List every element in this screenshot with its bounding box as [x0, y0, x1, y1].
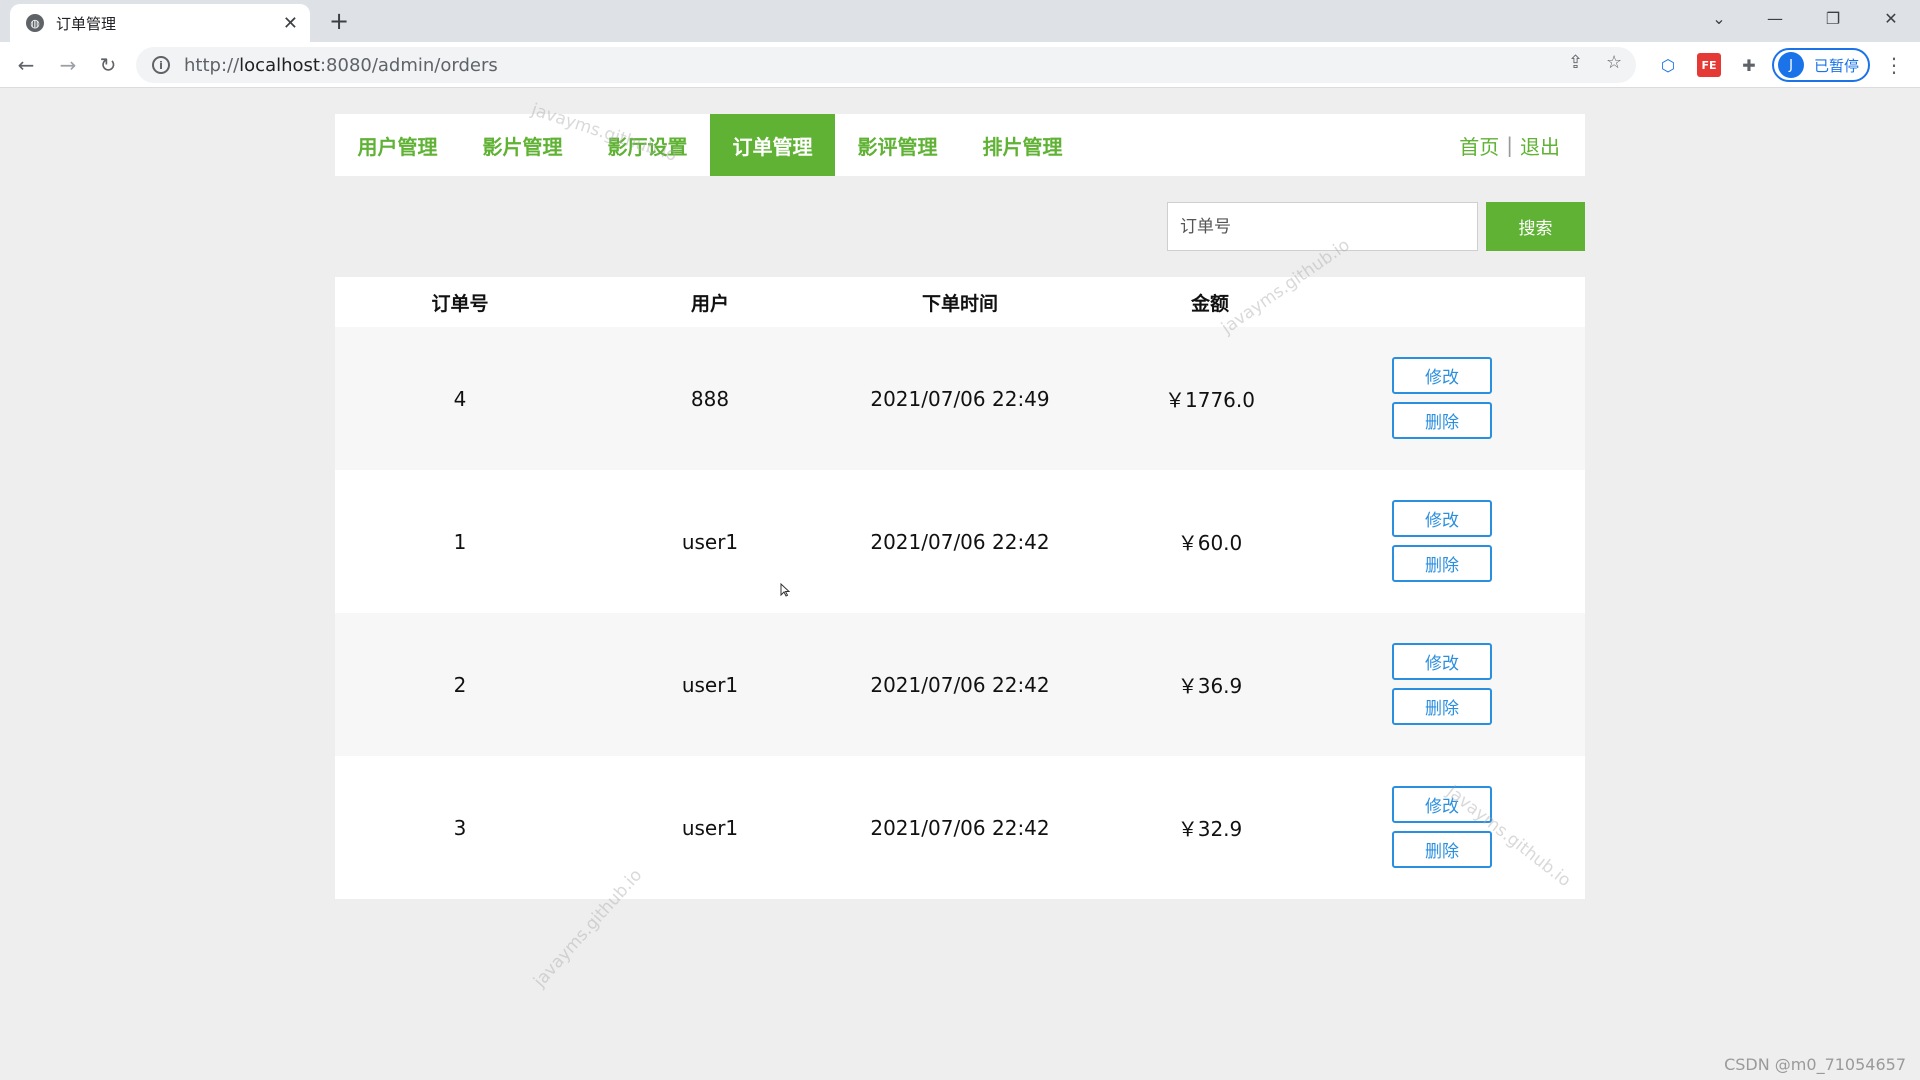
orders-table: 订单号 用户 下单时间 金额 4 888 2021/07/06 22:49 ￥1…: [335, 277, 1585, 899]
nav-item-movies[interactable]: 影片管理: [460, 114, 585, 176]
order-search-input[interactable]: [1167, 202, 1478, 251]
edit-button[interactable]: 修改: [1392, 643, 1492, 680]
share-icon[interactable]: ⇪: [1568, 52, 1583, 73]
puzzle-extensions-icon[interactable]: ✚: [1737, 53, 1761, 77]
fe-extension-icon[interactable]: FE: [1697, 53, 1721, 77]
nav-item-orders[interactable]: 订单管理: [710, 114, 835, 176]
tab-search-chevron-icon[interactable]: ⌄: [1696, 0, 1742, 36]
edit-button[interactable]: 修改: [1392, 786, 1492, 823]
address-url[interactable]: http://localhost:8080/admin/orders: [184, 55, 498, 76]
cell-amount: ￥36.9: [1177, 674, 1243, 698]
reload-icon[interactable]: ↻: [92, 49, 124, 81]
cell-user: user1: [681, 672, 739, 697]
nav-right-links: 首页 | 退出: [1459, 114, 1560, 176]
delete-button[interactable]: 删除: [1392, 831, 1492, 868]
minimize-icon[interactable]: —: [1752, 0, 1798, 36]
cell-user: user1: [681, 529, 739, 554]
delete-button[interactable]: 删除: [1392, 545, 1492, 582]
cell-order-id: 4: [453, 386, 467, 411]
nav-item-reviews[interactable]: 影评管理: [835, 114, 960, 176]
window-close-icon[interactable]: ✕: [1868, 0, 1914, 36]
delete-button[interactable]: 删除: [1392, 402, 1492, 439]
column-header-amount: 金额: [1190, 292, 1229, 315]
nav-item-halls[interactable]: 影厅设置: [585, 114, 710, 176]
browser-tab[interactable]: ◍ 订单管理 ✕: [10, 4, 310, 42]
close-icon[interactable]: ✕: [283, 13, 298, 34]
cell-user: user1: [681, 815, 739, 840]
edit-button[interactable]: 修改: [1392, 357, 1492, 394]
edit-button[interactable]: 修改: [1392, 500, 1492, 537]
csdn-watermark: CSDN @m0_71054657: [1724, 1055, 1906, 1074]
address-bar[interactable]: i http://localhost:8080/admin/orders ⇪ ☆: [136, 47, 1636, 83]
cell-order-id: 3: [453, 815, 467, 840]
admin-nav-bar: 用户管理 影片管理 影厅设置 订单管理 影评管理 排片管理 首页 | 退出: [335, 114, 1585, 176]
menu-kebab-icon[interactable]: ⋮: [1878, 49, 1910, 81]
browser-tab-strip: ◍ 订单管理 ✕ + ⌄ — ❐ ✕: [0, 0, 1920, 42]
restore-icon[interactable]: ❐: [1810, 0, 1856, 36]
globe-icon: ◍: [26, 14, 44, 32]
browser-toolbar: ← → ↻ i http://localhost:8080/admin/orde…: [0, 42, 1920, 88]
profile-status: 已暂停: [1814, 56, 1860, 75]
nav-item-schedules[interactable]: 排片管理: [960, 114, 1085, 176]
delete-button[interactable]: 删除: [1392, 688, 1492, 725]
bookmark-star-icon[interactable]: ☆: [1606, 52, 1622, 73]
back-arrow-icon[interactable]: ←: [10, 49, 42, 81]
cell-user: 888: [690, 386, 730, 411]
cell-order-id: 1: [453, 529, 467, 554]
logout-link[interactable]: 退出: [1520, 131, 1560, 160]
row-actions: 修改 删除: [1392, 786, 1492, 868]
table-row: 2 user1 2021/07/06 22:42 ￥36.9 修改 删除: [335, 613, 1585, 756]
new-tab-button[interactable]: +: [324, 6, 354, 36]
column-header-order-time: 下单时间: [921, 292, 998, 315]
row-actions: 修改 删除: [1392, 500, 1492, 582]
table-row: 3 user1 2021/07/06 22:42 ￥32.9 修改 删除: [335, 756, 1585, 899]
tab-title: 订单管理: [56, 14, 117, 33]
avatar: J: [1778, 52, 1804, 78]
nav-item-users[interactable]: 用户管理: [335, 114, 460, 176]
column-header-order-id: 订单号: [431, 292, 489, 315]
table-row: 1 user1 2021/07/06 22:42 ￥60.0 修改 删除: [335, 470, 1585, 613]
cell-order-id: 2: [453, 672, 467, 697]
mouse-cursor-icon: [780, 583, 790, 597]
cell-order-time: 2021/07/06 22:49: [870, 386, 1050, 411]
cell-amount: ￥1776.0: [1165, 388, 1255, 412]
profile-button[interactable]: J 已暂停: [1772, 48, 1870, 82]
nav-divider: |: [1506, 133, 1513, 157]
cell-order-time: 2021/07/06 22:42: [870, 529, 1050, 554]
row-actions: 修改 删除: [1392, 357, 1492, 439]
home-link[interactable]: 首页: [1459, 131, 1499, 160]
forward-arrow-icon[interactable]: →: [52, 49, 84, 81]
column-header-user: 用户: [690, 292, 729, 315]
table-row: 4 888 2021/07/06 22:49 ￥1776.0 修改 删除: [335, 327, 1585, 470]
extension-hexagon-icon[interactable]: ⬡: [1656, 53, 1680, 77]
search-button[interactable]: 搜索: [1486, 202, 1585, 251]
cell-amount: ￥60.0: [1177, 531, 1243, 555]
cell-amount: ￥32.9: [1177, 817, 1243, 841]
cell-order-time: 2021/07/06 22:42: [870, 815, 1050, 840]
cell-order-time: 2021/07/06 22:42: [870, 672, 1050, 697]
site-info-icon[interactable]: i: [152, 56, 170, 74]
row-actions: 修改 删除: [1392, 643, 1492, 725]
table-header: 订单号 用户 下单时间 金额: [335, 277, 1585, 327]
